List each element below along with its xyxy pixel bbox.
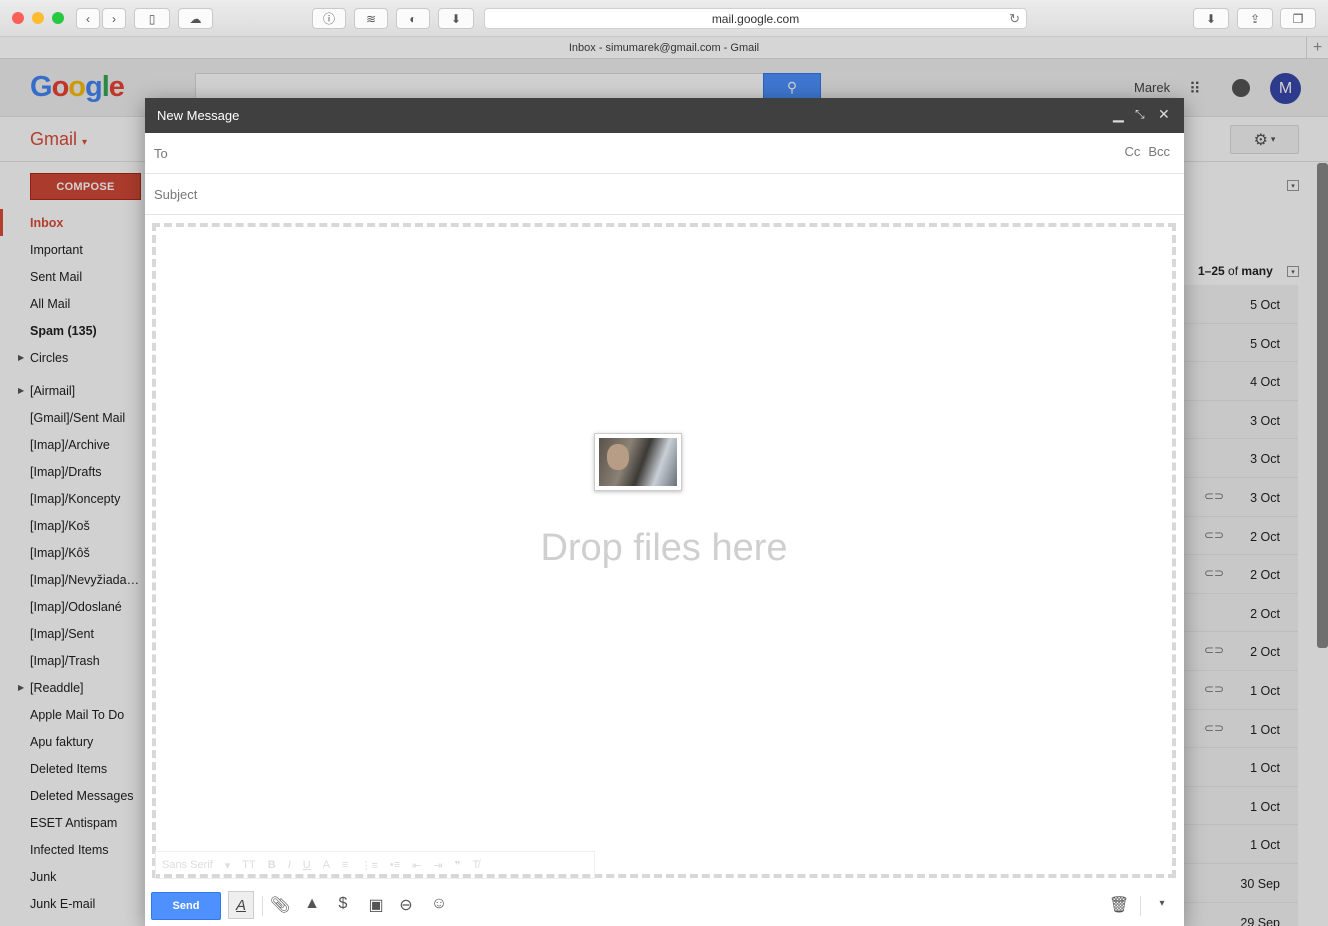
text-color-icon[interactable]: A bbox=[323, 859, 330, 871]
extension-icon[interactable]: ◐ bbox=[396, 8, 430, 29]
zoom-window-button[interactable] bbox=[52, 12, 64, 24]
compose-header[interactable]: New Message ▁ ⤡ ✕ bbox=[145, 98, 1184, 133]
google-drive-icon[interactable]: ▲ bbox=[301, 895, 323, 913]
compose-bottom-bar: Send A 📎︎ ▲ $ ▣ ⊖ ☺ 🗑︎ ▾ bbox=[145, 884, 1184, 926]
tab-title[interactable]: Inbox - simumarek@gmail.com - Gmail bbox=[569, 42, 759, 54]
close-icon[interactable]: ✕ bbox=[1158, 106, 1170, 123]
minimize-icon[interactable]: ▁ bbox=[1113, 106, 1124, 123]
discard-draft-icon[interactable]: 🗑︎ bbox=[1108, 895, 1130, 915]
compose-window: New Message ▁ ⤡ ✕ To Cc Bcc Subject Drop … bbox=[145, 98, 1184, 926]
share-icon[interactable]: ⇪ bbox=[1237, 8, 1273, 29]
italic-icon[interactable]: I bbox=[288, 859, 291, 871]
compose-title: New Message bbox=[157, 108, 240, 123]
subject-placeholder: Subject bbox=[154, 186, 198, 202]
to-field[interactable]: To Cc Bcc bbox=[145, 133, 1184, 174]
to-label: To bbox=[154, 145, 168, 161]
icloud-tabs-icon[interactable]: ☁ bbox=[178, 8, 213, 29]
subject-field[interactable]: Subject bbox=[145, 174, 1184, 215]
forward-icon[interactable]: › bbox=[102, 8, 126, 29]
drop-files-text: Drop files here bbox=[540, 527, 788, 569]
remove-formatting-icon[interactable]: T̸ bbox=[473, 859, 480, 871]
chevron-down-icon: ▾ bbox=[224, 859, 231, 872]
pop-out-icon[interactable]: ⤡ bbox=[1135, 107, 1145, 122]
minimize-window-button[interactable] bbox=[32, 12, 44, 24]
more-options-icon[interactable]: ▾ bbox=[1151, 898, 1173, 909]
photo-preview bbox=[599, 438, 677, 486]
font-family-select[interactable]: Sans Serif bbox=[162, 859, 213, 871]
formatting-options-icon[interactable]: A bbox=[228, 891, 254, 919]
browser-toolbar: ‹ › ▯ ☁ ⓘ ≋ ◐ ⬇ mail.google.com ↻ ⬇ ⇪ ❐ bbox=[0, 0, 1328, 37]
reload-icon[interactable]: ↻ bbox=[1009, 11, 1020, 27]
back-icon[interactable]: ‹ bbox=[76, 8, 100, 29]
underline-icon[interactable]: U bbox=[303, 859, 311, 871]
formatting-toolbar: Sans Serif ▾ TT B I U A ≡ ⋮≡ •≡ ⇤ ⇥ ❞ T̸ bbox=[155, 851, 595, 879]
indent-less-icon[interactable]: ⇤ bbox=[412, 859, 421, 872]
url-text: mail.google.com bbox=[711, 11, 800, 26]
cc-link[interactable]: Cc bbox=[1124, 144, 1140, 159]
send-button[interactable]: Send bbox=[151, 892, 221, 920]
tab-bar: Inbox - simumarek@gmail.com - Gmail + bbox=[0, 37, 1328, 59]
dragged-image-thumbnail bbox=[594, 433, 682, 491]
bulleted-list-icon[interactable]: •≡ bbox=[390, 859, 400, 871]
close-window-button[interactable] bbox=[12, 12, 24, 24]
new-tab-icon[interactable]: + bbox=[1306, 37, 1328, 58]
sidebar-toggle-icon[interactable]: ▯ bbox=[134, 8, 170, 29]
align-icon[interactable]: ≡ bbox=[342, 859, 348, 871]
insert-photo-icon[interactable]: ▣ bbox=[365, 895, 387, 915]
separator bbox=[262, 896, 263, 916]
password-manager-icon[interactable]: ⓘ bbox=[312, 8, 346, 29]
drop-zone[interactable]: Drop files here bbox=[152, 223, 1176, 878]
bold-icon[interactable]: B bbox=[268, 859, 276, 871]
attach-files-icon[interactable]: 📎︎ bbox=[269, 895, 291, 915]
separator bbox=[1140, 896, 1141, 916]
insert-link-icon[interactable]: ⊖ bbox=[395, 895, 417, 915]
numbered-list-icon[interactable]: ⋮≡ bbox=[360, 859, 377, 872]
downloads-icon[interactable]: ⬇ bbox=[1193, 8, 1229, 29]
indent-more-icon[interactable]: ⇥ bbox=[433, 859, 442, 872]
font-size-icon[interactable]: TT bbox=[242, 859, 255, 871]
quote-icon[interactable]: ❞ bbox=[455, 859, 461, 872]
address-bar[interactable]: mail.google.com ↻ bbox=[484, 8, 1027, 29]
bcc-link[interactable]: Bcc bbox=[1148, 144, 1170, 159]
buffer-icon[interactable]: ≋ bbox=[354, 8, 388, 29]
send-money-icon[interactable]: $ bbox=[332, 895, 354, 913]
cc-bcc-links: Cc Bcc bbox=[1116, 144, 1170, 159]
pocket-icon[interactable]: ⬇ bbox=[438, 8, 474, 29]
tabs-overview-icon[interactable]: ❐ bbox=[1280, 8, 1316, 29]
insert-emoji-icon[interactable]: ☺ bbox=[428, 895, 450, 913]
